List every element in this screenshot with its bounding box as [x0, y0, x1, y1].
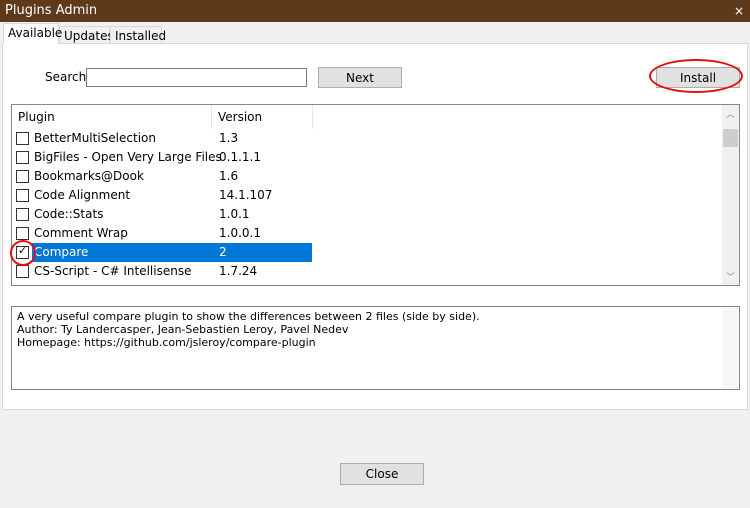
column-header-version[interactable]: Version: [212, 105, 313, 129]
plugin-row[interactable]: Compare 2: [12, 243, 723, 262]
plugin-row[interactable]: Code::Stats 1.0.1: [12, 205, 723, 224]
plugin-name: BetterMultiSelection: [34, 131, 156, 145]
scroll-thumb[interactable]: [723, 129, 738, 147]
next-button[interactable]: Next: [318, 67, 402, 88]
plugin-version: 0.1.1.1: [219, 150, 261, 164]
description-line: A very useful compare plugin to show the…: [17, 310, 480, 323]
plugin-row[interactable]: Comment Wrap 1.0.0.1: [12, 224, 723, 243]
plugin-version: 1.6: [219, 169, 239, 183]
plugin-version: 2: [219, 245, 227, 259]
scroll-up-icon[interactable]: ︿: [722, 107, 739, 120]
tab-installed[interactable]: Installed: [110, 26, 166, 44]
plugin-version: 14.1.107: [219, 188, 273, 202]
plugin-checkbox[interactable]: [16, 132, 29, 145]
search-label: Search:: [45, 70, 91, 84]
plugin-checkbox[interactable]: [16, 151, 29, 164]
plugin-version: 1.0.1: [219, 207, 250, 221]
column-header-plugin[interactable]: Plugin: [12, 105, 212, 129]
plugin-row[interactable]: BigFiles - Open Very Large Files 0.1.1.1: [12, 148, 723, 167]
description-scrollbar[interactable]: [722, 307, 739, 389]
plugin-checkbox[interactable]: [16, 227, 29, 240]
close-window-button[interactable]: ×: [728, 0, 750, 22]
plugin-checkbox[interactable]: [16, 208, 29, 221]
plugin-version: 1.3: [219, 131, 239, 145]
plugin-list[interactable]: Plugin Version BetterMultiSelection 1.3 …: [11, 104, 740, 286]
plugin-name: CS-Script - C# Intellisense: [34, 264, 192, 278]
plugin-row[interactable]: Code Alignment 14.1.107: [12, 186, 723, 205]
plugin-name: Code::Stats: [34, 207, 104, 221]
plugin-checkbox[interactable]: [16, 265, 29, 278]
plugin-checkbox[interactable]: [16, 189, 29, 202]
list-scrollbar[interactable]: ︿ ﹀: [722, 105, 739, 285]
close-button[interactable]: Close: [340, 463, 424, 485]
plugin-name: Bookmarks@Dook: [34, 169, 144, 183]
plugin-row[interactable]: BetterMultiSelection 1.3: [12, 129, 723, 148]
install-highlight-ring: [649, 59, 743, 93]
scroll-down-icon[interactable]: ﹀: [722, 270, 739, 283]
plugin-name: BigFiles - Open Very Large Files: [34, 150, 222, 164]
tab-available[interactable]: Available: [3, 23, 62, 44]
plugin-name: Comment Wrap: [34, 226, 128, 240]
plugin-version: 1.0.0.1: [219, 226, 261, 240]
plugin-row[interactable]: CS-Script - C# Intellisense 1.7.24: [12, 262, 723, 281]
description-author: Author: Ty Landercasper, Jean-Sebastien …: [17, 323, 349, 336]
description-homepage: Homepage: https://github.com/jsleroy/com…: [17, 336, 316, 349]
plugin-version: 1.7.24: [219, 264, 258, 278]
tab-updates[interactable]: Updates: [59, 26, 114, 44]
plugin-row[interactable]: Bookmarks@Dook 1.6: [12, 167, 723, 186]
plugin-checkbox[interactable]: [16, 170, 29, 183]
window-title: Plugins Admin: [0, 0, 750, 22]
plugin-description: A very useful compare plugin to show the…: [11, 306, 740, 390]
search-input[interactable]: [86, 68, 307, 87]
checkbox-highlight-ring: [10, 240, 36, 266]
